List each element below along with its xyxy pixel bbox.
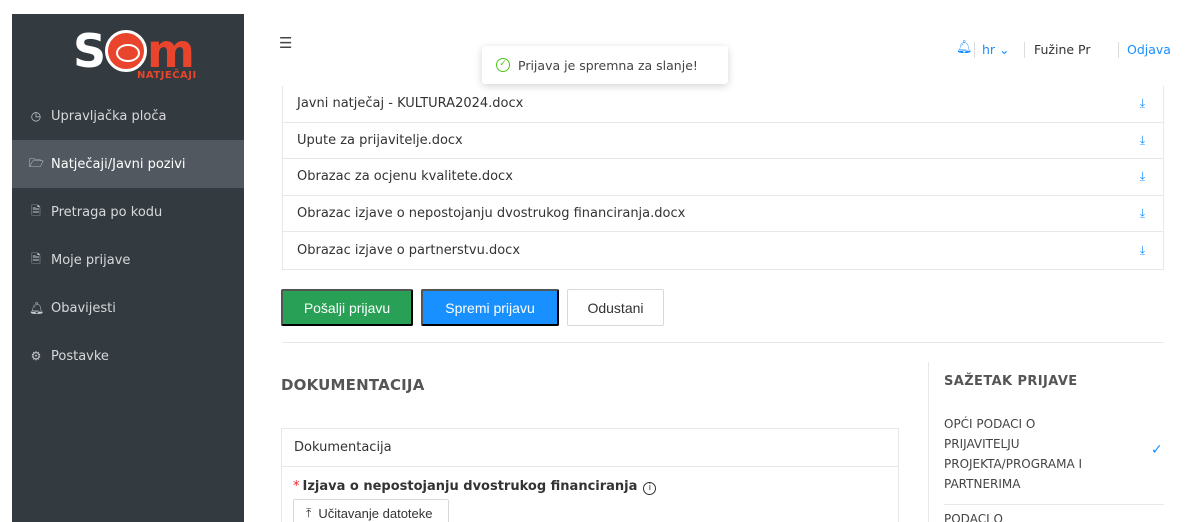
user-name[interactable]: Fužine Pr	[1034, 42, 1091, 57]
sidebar-item-label: Upravljačka ploča	[51, 108, 167, 124]
success-toast: ✓ Prijava je spremna za slanje!	[482, 46, 728, 84]
section-divider	[282, 342, 1164, 343]
logo-letter-s: S	[73, 24, 106, 78]
download-icon[interactable]: ⤓	[1140, 169, 1145, 184]
sidebar: S m NATJEČAJI ◷ Upravljačka ploča 🗁 Natj…	[12, 14, 244, 522]
header-divider	[974, 42, 975, 58]
sidebar-item-settings[interactable]: ⚙ Postavke	[12, 332, 244, 380]
file-icon: 🗎	[31, 251, 41, 266]
sidebar-item-label: Postavke	[51, 348, 109, 364]
summary-item-data[interactable]: PODACI O	[944, 512, 1003, 522]
fish-logo-icon	[105, 30, 147, 72]
download-icon[interactable]: ⤓	[1140, 243, 1145, 258]
sidebar-item-competitions[interactable]: 🗁 Natječaji/Javni pozivi	[12, 140, 244, 188]
file-row: Javni natječaj - KULTURA2024.docx ⤓	[283, 86, 1163, 123]
upload-file-button[interactable]: ⤒ Učitavanje datoteke	[293, 499, 449, 522]
sidebar-item-label: Pretraga po kodu	[51, 204, 163, 220]
header-divider	[1118, 42, 1119, 58]
documentation-card: Dokumentacija * Izjava o nepostojanju dvo…	[281, 428, 899, 522]
sidebar-item-dashboard[interactable]: ◷ Upravljačka ploča	[12, 92, 244, 140]
attachments-list: Javni natječaj - KULTURA2024.docx ⤓ Uput…	[282, 86, 1164, 270]
download-icon[interactable]: ⤓	[1140, 96, 1145, 111]
send-application-button[interactable]: Pošalji prijavu	[281, 289, 413, 326]
documentation-section-title: DOKUMENTACIJA	[281, 376, 425, 394]
folder-open-icon: 🗁	[29, 155, 44, 170]
required-asterisk: *	[293, 479, 300, 494]
file-row: Upute za prijavitelje.docx ⤓	[283, 123, 1163, 159]
upload-label: Učitavanje datoteke	[318, 505, 433, 521]
field-label-text: Izjava o nepostojanju dvostrukog financi…	[302, 479, 638, 494]
menu-fold-icon[interactable]: ☰	[279, 34, 292, 52]
gear-icon: ⚙	[30, 349, 42, 363]
documentation-card-title: Dokumentacija	[282, 429, 898, 467]
sidebar-item-my-applications[interactable]: 🗎 Moje prijave	[12, 236, 244, 284]
download-icon[interactable]: ⤓	[1140, 133, 1145, 148]
sidebar-item-label: Natječaji/Javni pozivi	[51, 156, 186, 172]
sidebar-item-notifications[interactable]: 🔔︎ Obavijesti	[12, 284, 244, 332]
download-icon[interactable]: ⤓	[1140, 206, 1145, 221]
file-name[interactable]: Obrazac za ocjenu kvalitete.docx	[297, 169, 513, 184]
file-row: Obrazac izjave o partnerstvu.docx ⤓	[283, 232, 1163, 269]
sidebar-item-search-by-code[interactable]: 🗎 Pretraga po kodu	[12, 188, 244, 236]
logo-subtitle: NATJEČAJI	[137, 70, 197, 81]
upload-icon: ⤒	[306, 505, 312, 520]
app-root: S m NATJEČAJI ◷ Upravljačka ploča 🗁 Natj…	[0, 0, 1198, 522]
language-selector[interactable]: hr ⌄	[982, 42, 1010, 57]
check-icon: ✓	[1151, 442, 1163, 458]
chevron-down-icon: ⌄	[999, 42, 1010, 57]
language-value: hr	[982, 42, 996, 57]
logout-link[interactable]: Odjava	[1127, 42, 1171, 57]
file-search-icon: 🗎	[31, 203, 41, 218]
summary-title: SAŽETAK PRIJAVE	[944, 374, 1078, 389]
top-header: ☰ ✓ Prijava je spremna za slanje! 🔔︎ hr …	[244, 14, 1198, 86]
file-name[interactable]: Upute za prijavitelje.docx	[297, 133, 463, 148]
application-summary: SAŽETAK PRIJAVE OPĆI PODACI O PRIJAVITEL…	[928, 362, 1168, 522]
file-name[interactable]: Obrazac izjave o partnerstvu.docx	[297, 243, 520, 258]
file-name[interactable]: Javni natječaj - KULTURA2024.docx	[297, 96, 523, 111]
info-icon[interactable]: i	[643, 482, 657, 495]
notification-bell-icon[interactable]: 🔔︎	[956, 40, 973, 55]
cancel-button[interactable]: Odustani	[567, 289, 664, 326]
toast-message: Prijava je spremna za slanje!	[518, 57, 698, 73]
logo-mark: S m NATJEČAJI	[63, 22, 196, 84]
sidebar-item-label: Moje prijave	[51, 252, 131, 268]
required-field-label: * Izjava o nepostojanju dvostrukog financ…	[282, 467, 898, 495]
logo[interactable]: S m NATJEČAJI	[12, 14, 244, 92]
file-row: Obrazac izjave o nepostojanju dvostrukog…	[283, 196, 1163, 232]
summary-divider	[944, 504, 1164, 505]
sidebar-item-label: Obavijesti	[51, 300, 116, 316]
file-name[interactable]: Obrazac izjave o nepostojanju dvostrukog…	[297, 206, 685, 221]
dashboard-icon: ◷	[30, 109, 42, 123]
bell-icon: 🔔︎	[29, 301, 45, 315]
file-row: Obrazac za ocjenu kvalitete.docx ⤓	[283, 159, 1163, 196]
header-divider	[1024, 42, 1025, 58]
summary-item-general-data[interactable]: OPĆI PODACI O PRIJAVITELJU PROJEKTA/PROG…	[944, 414, 1104, 494]
save-application-button[interactable]: Spremi prijavu	[421, 289, 559, 326]
check-circle-icon: ✓	[496, 58, 510, 72]
